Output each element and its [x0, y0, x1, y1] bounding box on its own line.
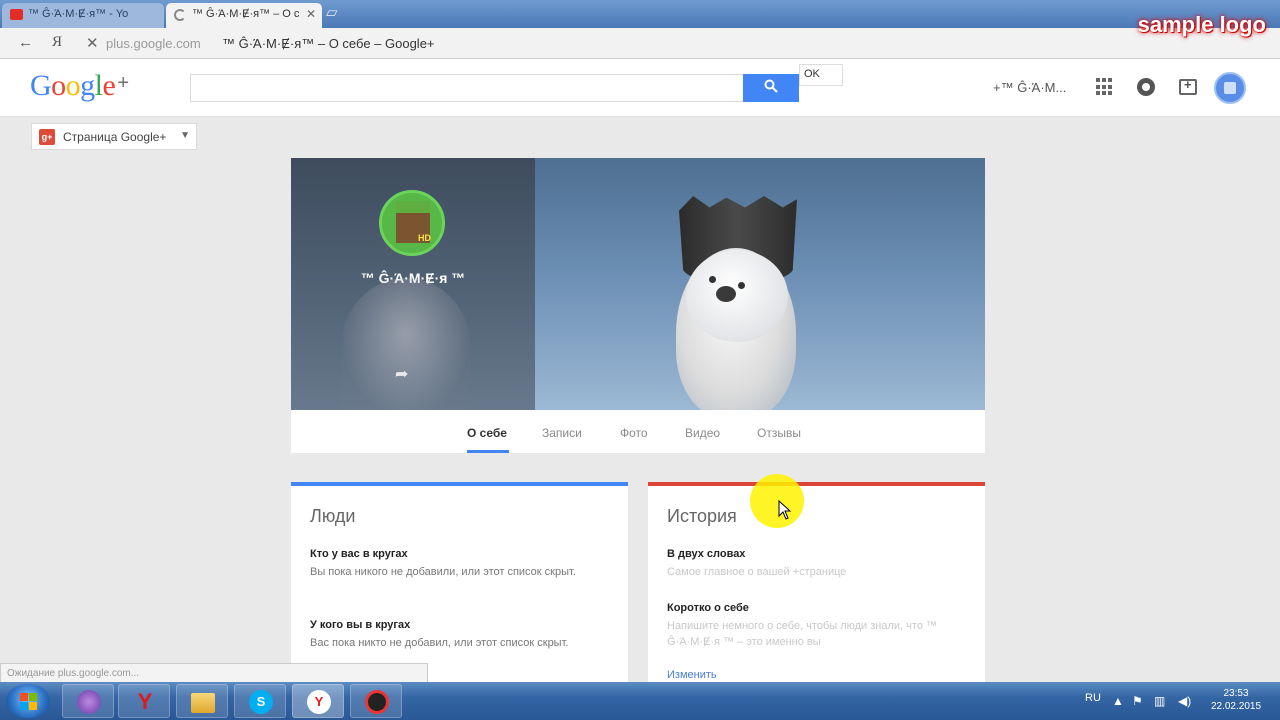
- search-input[interactable]: [190, 74, 743, 102]
- watermark-logo: sample logo: [1137, 12, 1266, 37]
- youtube-icon: [10, 9, 23, 20]
- stop-icon[interactable]: ✕: [86, 34, 99, 52]
- cover-photo: HD ™ Ĝ·Ά·M·Ɇ·я ™ ➦: [291, 158, 985, 410]
- profile-avatar[interactable]: HD: [379, 190, 445, 256]
- system-clock[interactable]: 23:53 22.02.2015: [1208, 687, 1264, 713]
- tab-youtube[interactable]: ™ Ĝ·Ά·M·Ɇ·я™ - Yo: [2, 3, 164, 28]
- clock-date: 22.02.2015: [1210, 701, 1262, 712]
- taskbar-app-recorder[interactable]: [350, 684, 402, 718]
- close-icon[interactable]: ✕: [306, 7, 316, 21]
- profile-tabs: О себе Записи Фото Видео Отзывы: [291, 410, 985, 453]
- section-heading: Коротко о себе: [667, 602, 749, 614]
- page-switch-label: Страница Google+: [63, 130, 167, 144]
- ok-popup[interactable]: OK: [799, 64, 843, 86]
- yandex-icon[interactable]: Я: [52, 34, 62, 51]
- section-heading[interactable]: Кто у вас в кругах: [310, 548, 408, 560]
- folder-icon: [191, 693, 215, 713]
- skype-icon: S: [249, 690, 273, 714]
- tab-google-plus[interactable]: ™ Ĝ·Ά·M·Ɇ·я™ – О с ✕: [166, 3, 322, 28]
- clock-time: 23:53: [1223, 688, 1249, 699]
- status-bar: Ожидание plus.google.com...: [0, 663, 428, 683]
- snowman-eye: [709, 276, 716, 283]
- people-card: Люди Кто у вас в кругах Вы пока никого н…: [291, 482, 628, 692]
- address-bar: ← Я ✕ plus.google.com ™ Ĝ·Ά·M·Ɇ·я™ – О с…: [0, 28, 1280, 59]
- section-heading: В двух словах: [667, 548, 746, 560]
- browser-icon: [77, 690, 101, 714]
- edit-link[interactable]: Изменить: [667, 669, 717, 681]
- google-plus-logo[interactable]: Google +: [30, 69, 129, 103]
- share-arrow-icon[interactable]: ➦: [395, 364, 408, 384]
- search-icon: [764, 79, 778, 93]
- record-icon: [365, 690, 389, 714]
- yandex-icon: Y: [137, 689, 153, 714]
- active-tab-indicator: [467, 450, 509, 453]
- tab-reviews[interactable]: Отзывы: [757, 426, 801, 440]
- taskbar-app-explorer[interactable]: [176, 684, 228, 718]
- browser-tab-bar: ™ Ĝ·Ά·M·Ɇ·я™ - Yo ™ Ĝ·Ά·M·Ɇ·я™ – О с ✕ ▱: [0, 0, 1280, 28]
- new-tab-icon[interactable]: ▱: [326, 5, 340, 20]
- user-name-link[interactable]: +™ Ĝ·Ά·M...: [993, 80, 1066, 95]
- url-host[interactable]: plus.google.com: [106, 36, 201, 51]
- tab-label: ™ Ĝ·Ά·M·Ɇ·я™ – О с: [192, 8, 300, 20]
- language-indicator[interactable]: RU: [1085, 692, 1101, 704]
- tab-videos[interactable]: Видео: [685, 426, 720, 440]
- tab-about[interactable]: О себе: [467, 426, 507, 440]
- section-text: Вы пока никого не добавили, или этот спи…: [310, 566, 576, 578]
- taskbar-app-skype[interactable]: S: [234, 684, 286, 718]
- section-heading[interactable]: У кого вы в кругах: [310, 619, 410, 631]
- flag-icon[interactable]: ⚑: [1132, 694, 1143, 708]
- network-icon[interactable]: ▥: [1154, 694, 1165, 708]
- volume-icon[interactable]: ◀): [1178, 694, 1191, 708]
- snowman-eye: [738, 282, 745, 289]
- section-text: Вас пока никто не добавил, или этот спис…: [310, 637, 569, 649]
- google-plus-icon: g+: [39, 129, 55, 145]
- url-page-title[interactable]: ™ Ĝ·Ά·M·Ɇ·я™ – О себе – Google+: [222, 36, 435, 51]
- tray-arrow-icon[interactable]: ▲: [1112, 694, 1124, 708]
- snowman-head: [686, 250, 788, 342]
- page-switch-dropdown[interactable]: g+ Страница Google+ ▼: [31, 123, 197, 150]
- apps-grid-icon[interactable]: [1094, 76, 1116, 98]
- cover-profile-panel: HD ™ Ĝ·Ά·M·Ɇ·я ™ ➦: [291, 158, 535, 410]
- taskbar-app-yandex[interactable]: Y: [118, 684, 170, 718]
- search-button[interactable]: [743, 74, 799, 102]
- tab-label: ™ Ĝ·Ά·M·Ɇ·я™ - Yo: [28, 8, 129, 20]
- profile-name: ™ Ĝ·Ά·M·Ɇ·я ™: [360, 270, 466, 286]
- intro-placeholder[interactable]: Напишите немного о себе, чтобы люди знал…: [667, 618, 957, 650]
- start-button[interactable]: [6, 684, 50, 718]
- chevron-down-icon: ▼: [180, 130, 190, 141]
- back-icon[interactable]: ←: [18, 34, 33, 51]
- story-card: История В двух словах Самое главное о ва…: [648, 482, 985, 692]
- tagline-placeholder[interactable]: Самое главное о вашей +странице: [667, 564, 957, 580]
- avatar[interactable]: [1214, 72, 1246, 104]
- taskbar-app-yandex-browser[interactable]: Y: [292, 684, 344, 718]
- cursor-highlight: [750, 474, 804, 528]
- tab-posts[interactable]: Записи: [542, 426, 582, 440]
- share-icon[interactable]: [1177, 76, 1199, 98]
- card-title: Люди: [310, 506, 356, 526]
- loading-icon: [174, 9, 186, 21]
- yandex-browser-icon: Y: [307, 690, 331, 714]
- card-title: История: [667, 506, 737, 526]
- tab-photos[interactable]: Фото: [620, 426, 648, 440]
- snowman-nose: [716, 286, 736, 302]
- gplus-header: Google + OK +™ Ĝ·Ά·M...: [0, 59, 1280, 117]
- notifications-icon[interactable]: [1135, 76, 1157, 98]
- taskbar-app-browser[interactable]: [62, 684, 114, 718]
